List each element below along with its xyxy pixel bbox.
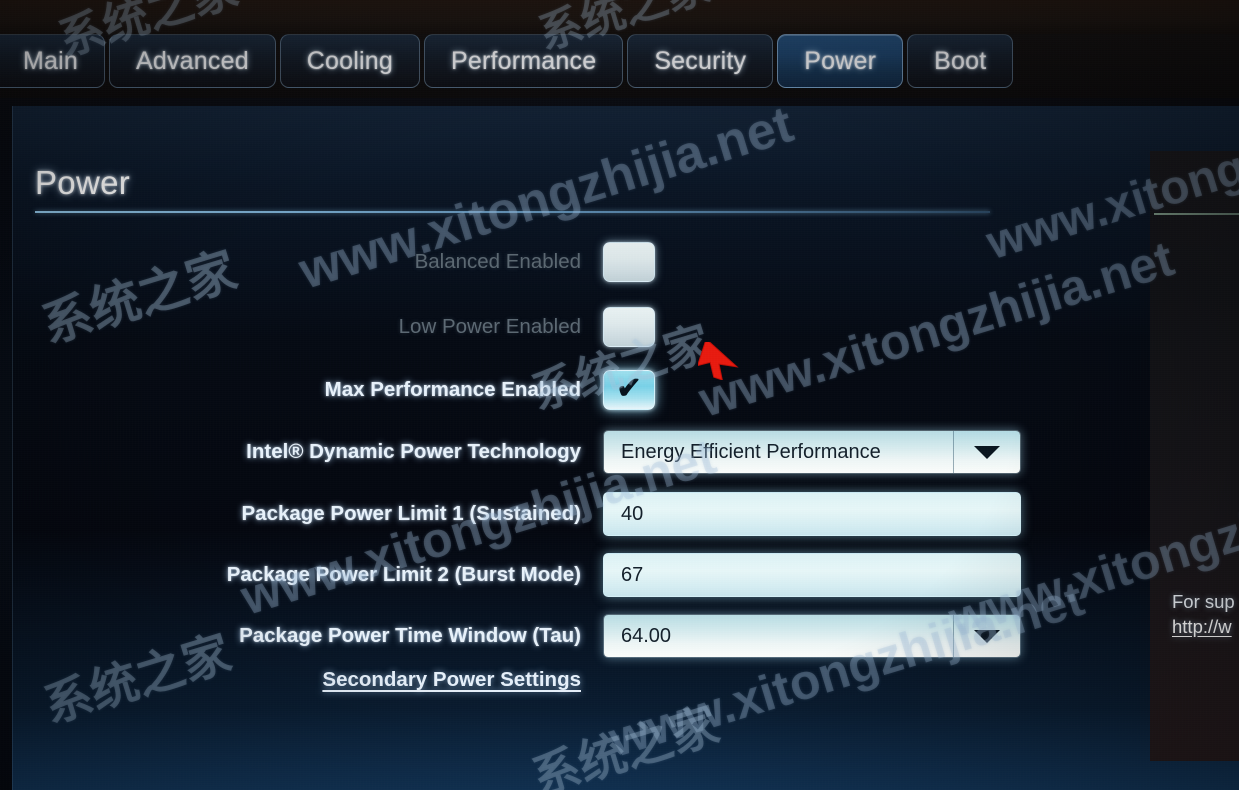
tab-security[interactable]: Security [627,34,774,88]
input-package-power-limit-1[interactable]: 40 [603,492,1021,536]
select-intel-dynamic-power-technology[interactable]: Energy Efficient Performance [603,430,1021,474]
select-toggle-intel-dynamic-power-technology[interactable] [954,431,1020,473]
help-panel-divider [1154,213,1239,215]
chevron-down-icon [974,629,1000,643]
setting-row-package-power-limit-1[interactable]: Package Power Limit 1 (Sustained) 40 [13,488,1123,540]
tab-performance-label: Performance [450,46,597,75]
tab-advanced-label: Advanced [136,46,249,75]
setting-label-max-performance-enabled: Max Performance Enabled [324,378,581,401]
setting-label-package-power-limit-2: Package Power Limit 2 (Burst Mode) [226,563,581,586]
setting-row-max-performance-enabled[interactable]: Max Performance Enabled ✔ [13,364,1123,416]
link-secondary-power-settings[interactable]: Secondary Power Settings [13,668,603,692]
setting-row-intel-dynamic-power-technology[interactable]: Intel® Dynamic Power Technology Energy E… [13,426,1123,478]
tab-performance[interactable]: Performance [423,34,624,88]
tab-cooling[interactable]: Cooling [279,34,420,88]
setting-row-low-power-enabled[interactable]: Low Power Enabled [13,301,1123,353]
tab-main-label: Main [23,46,78,75]
input-package-power-limit-2[interactable]: 67 [603,553,1021,597]
checkbox-balanced-enabled[interactable] [603,242,655,282]
tab-main[interactable]: Main [0,34,105,88]
power-settings-panel: Power Balanced Enabled Low Power Enabled… [12,106,1239,790]
select-value-intel-dynamic-power-technology: Energy Efficient Performance [604,431,954,473]
select-package-power-time-window[interactable]: 64.00 [603,614,1021,658]
tab-advanced[interactable]: Advanced [109,34,276,88]
title-divider [35,211,990,213]
page-title: Power [35,164,131,201]
select-toggle-package-power-time-window[interactable] [954,615,1020,657]
tab-power-label: Power [804,46,877,75]
setting-row-secondary-power-settings[interactable]: Secondary Power Settings [13,654,1123,706]
tab-power[interactable]: Power [777,34,904,88]
select-value-package-power-time-window: 64.00 [604,615,954,657]
tab-security-label: Security [654,46,747,75]
setting-row-package-power-limit-2[interactable]: Package Power Limit 2 (Burst Mode) 67 [13,549,1123,601]
main-tab-bar: Main Advanced Cooling Performance Securi… [0,34,1239,98]
mouse-cursor [696,338,740,385]
checkmark-icon: ✔ [616,372,642,405]
bios-setup-screen: Main Advanced Cooling Performance Securi… [0,0,1239,790]
setting-label-low-power-enabled: Low Power Enabled [398,315,581,338]
input-value-package-power-limit-1: 40 [621,502,644,525]
setting-label-package-power-limit-1: Package Power Limit 1 (Sustained) [241,502,582,525]
help-support-link[interactable]: http://w [1172,616,1232,638]
setting-row-balanced-enabled[interactable]: Balanced Enabled [13,236,1123,288]
checkbox-low-power-enabled[interactable] [603,307,655,347]
tab-cooling-label: Cooling [306,46,393,75]
tab-boot[interactable]: Boot [907,34,1014,88]
setting-label-balanced-enabled: Balanced Enabled [414,250,581,273]
input-value-package-power-limit-2: 67 [621,563,644,586]
help-support-text: For sup [1172,591,1235,612]
setting-label-intel-dynamic-power-technology: Intel® Dynamic Power Technology [246,440,581,463]
top-bezel-band [0,0,1239,34]
checkbox-max-performance-enabled[interactable]: ✔ [603,370,655,410]
tab-boot-label: Boot [934,46,987,75]
chevron-down-icon [974,445,1000,459]
setting-label-package-power-time-window: Package Power Time Window (Tau) [239,624,581,647]
help-panel: For sup http://w [1150,151,1239,761]
